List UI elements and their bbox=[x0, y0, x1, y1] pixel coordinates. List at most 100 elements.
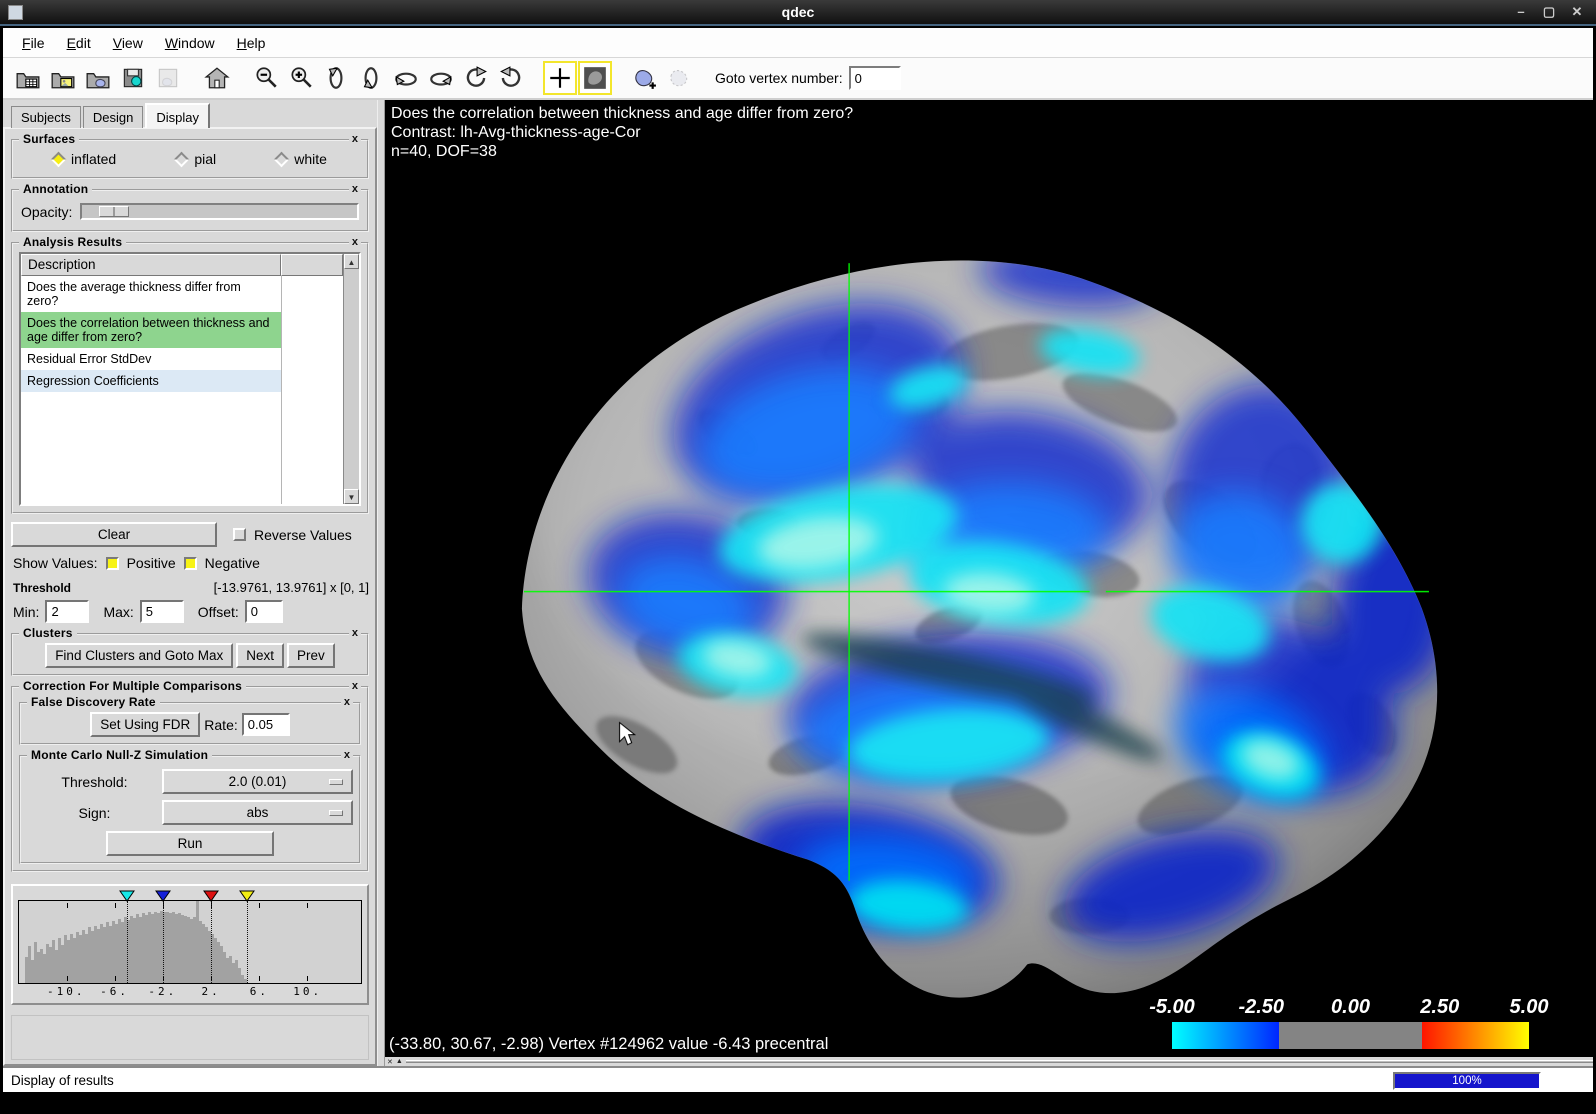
threshold-marker-icon[interactable] bbox=[119, 889, 135, 907]
positive-checkbox[interactable] bbox=[106, 557, 119, 570]
rate-input[interactable] bbox=[242, 713, 290, 736]
scroll-up-icon[interactable]: ▲ bbox=[344, 254, 359, 269]
surface-highlight bbox=[526, 181, 1372, 785]
results-scrollbar[interactable]: ▲ ▼ bbox=[343, 254, 359, 504]
view-question-line: Does the correlation between thickness a… bbox=[391, 104, 853, 123]
strip-close-icon[interactable]: ✕ bbox=[387, 1058, 393, 1066]
menu-help[interactable]: Help bbox=[228, 31, 275, 55]
colorbar-label: 5.00 bbox=[1510, 996, 1549, 1019]
opacity-slider[interactable] bbox=[80, 203, 359, 220]
rotate-left-icon[interactable] bbox=[389, 61, 423, 95]
find-clusters-button[interactable]: Find Clusters and Goto Max bbox=[45, 643, 233, 668]
show-cursor-icon[interactable] bbox=[543, 61, 577, 95]
run-button[interactable]: Run bbox=[106, 831, 274, 856]
analysis-results-title: Analysis Results bbox=[19, 235, 126, 249]
surface-radio-label: inflated bbox=[71, 151, 116, 167]
clusters-group: Clusters x Find Clusters and Goto Max Ne… bbox=[11, 633, 369, 676]
negative-label: Negative bbox=[205, 555, 260, 571]
colorbar-label: -2.50 bbox=[1238, 996, 1284, 1019]
surfaces-group: Surfaces x inflatedpialwhite bbox=[11, 139, 369, 179]
mc-threshold-dropdown[interactable]: 2.0 (0.01) bbox=[162, 769, 353, 794]
rotate-cw-icon[interactable] bbox=[494, 61, 528, 95]
analysis-results-close-icon[interactable]: x bbox=[349, 236, 361, 248]
qdec-window: qdec – ▢ ✕ FileEditViewWindowHelp Goto v… bbox=[0, 0, 1596, 1114]
clusters-close-icon[interactable]: x bbox=[349, 627, 361, 639]
opacity-slider-handle[interactable] bbox=[99, 206, 129, 217]
load-project-file-icon[interactable] bbox=[46, 61, 80, 95]
view-resize-strip[interactable]: ✕ ▲ bbox=[385, 1057, 1593, 1066]
analysis-result-row[interactable]: Does the average thickness differ from z… bbox=[21, 276, 281, 312]
save-project-file-icon[interactable] bbox=[116, 61, 150, 95]
rotate-ccw-icon[interactable] bbox=[459, 61, 493, 95]
histogram-tick-label: -2. bbox=[148, 985, 177, 998]
offset-input[interactable] bbox=[245, 600, 283, 623]
threshold-marker-icon[interactable] bbox=[239, 889, 255, 907]
color-scale-bar: -5.00-2.500.002.505.00 bbox=[1172, 996, 1529, 1049]
reverse-values-checkbox[interactable] bbox=[233, 528, 246, 541]
minimize-button[interactable]: – bbox=[1514, 4, 1528, 20]
analysis-result-row[interactable]: Regression Coefficients bbox=[21, 370, 281, 392]
histogram-plot[interactable] bbox=[18, 900, 362, 984]
fdr-close-icon[interactable]: x bbox=[341, 696, 353, 708]
inflated-brain-render[interactable] bbox=[385, 100, 1593, 1057]
midrange-gray bbox=[1279, 1022, 1422, 1049]
window-title: qdec bbox=[0, 4, 1596, 20]
annotation-title: Annotation bbox=[19, 182, 92, 196]
load-data-table-icon[interactable] bbox=[11, 61, 45, 95]
tab-design[interactable]: Design bbox=[83, 106, 143, 128]
annotation-close-icon[interactable]: x bbox=[349, 183, 361, 195]
annotation-group: Annotation x Opacity: bbox=[11, 189, 369, 232]
analysis-result-row[interactable]: Does the correlation between thickness a… bbox=[21, 312, 281, 348]
clear-button[interactable]: Clear bbox=[11, 522, 217, 547]
monte-carlo-group: Monte Carlo Null-Z Simulation x Threshol… bbox=[19, 755, 361, 864]
menu-view[interactable]: View bbox=[104, 31, 152, 55]
correction-close-icon[interactable]: x bbox=[349, 680, 361, 692]
menu-edit[interactable]: Edit bbox=[58, 31, 100, 55]
threshold-title: Threshold bbox=[13, 581, 71, 595]
tab-subjects[interactable]: Subjects bbox=[11, 106, 81, 128]
monte-carlo-close-icon[interactable]: x bbox=[341, 749, 353, 761]
surface-view[interactable]: Does the correlation between thickness a… bbox=[385, 100, 1593, 1057]
tab-display[interactable]: Display bbox=[145, 103, 210, 128]
surface-radio-white[interactable]: white bbox=[276, 151, 327, 167]
mc-sign-label: Sign: bbox=[27, 805, 162, 821]
histogram-tick-label: -6. bbox=[100, 985, 129, 998]
next-cluster-button[interactable]: Next bbox=[236, 643, 284, 668]
min-input[interactable] bbox=[45, 600, 89, 623]
negative-checkbox[interactable] bbox=[184, 557, 197, 570]
rotate-down-icon[interactable] bbox=[354, 61, 388, 95]
set-using-fdr-button[interactable]: Set Using FDR bbox=[90, 712, 200, 737]
view-dof-line: n=40, DOF=38 bbox=[391, 142, 853, 161]
add-selection-icon[interactable] bbox=[627, 61, 661, 95]
rotate-up-icon[interactable] bbox=[319, 61, 353, 95]
goto-vertex-input[interactable] bbox=[849, 66, 901, 90]
surface-radio-inflated[interactable]: inflated bbox=[53, 151, 116, 167]
strip-arrow-icon[interactable]: ▲ bbox=[396, 1058, 403, 1065]
close-button[interactable]: ✕ bbox=[1570, 4, 1584, 20]
show-curvature-icon[interactable] bbox=[578, 61, 612, 95]
description-column-header[interactable]: Description bbox=[21, 254, 281, 276]
scroll-down-icon[interactable]: ▼ bbox=[344, 489, 359, 504]
rotate-right-icon[interactable] bbox=[424, 61, 458, 95]
toolbar: Goto vertex number: bbox=[3, 58, 1593, 100]
menu-file[interactable]: File bbox=[13, 31, 54, 55]
prev-cluster-button[interactable]: Prev bbox=[287, 643, 335, 668]
menu-window[interactable]: Window bbox=[156, 31, 224, 55]
maximize-button[interactable]: ▢ bbox=[1542, 4, 1556, 20]
analysis-result-row[interactable]: Residual Error StdDev bbox=[21, 348, 281, 370]
zoom-in-icon[interactable] bbox=[284, 61, 318, 95]
offset-label: Offset: bbox=[198, 604, 239, 620]
surfaces-close-icon[interactable]: x bbox=[349, 133, 361, 145]
zoom-out-icon[interactable] bbox=[249, 61, 283, 95]
surface-radio-pial[interactable]: pial bbox=[176, 151, 216, 167]
max-input[interactable] bbox=[140, 600, 184, 623]
content: SubjectsDesignDisplay Surfaces x inflate… bbox=[3, 100, 1593, 1066]
threshold-marker-icon[interactable] bbox=[155, 889, 171, 907]
restore-view-icon[interactable] bbox=[200, 61, 234, 95]
load-label-icon[interactable] bbox=[81, 61, 115, 95]
max-label: Max: bbox=[103, 604, 133, 620]
threshold-marker-icon[interactable] bbox=[203, 889, 219, 907]
mc-sign-dropdown[interactable]: abs bbox=[162, 800, 353, 825]
panel-splitter[interactable] bbox=[377, 100, 385, 1066]
surfaces-title: Surfaces bbox=[19, 132, 79, 146]
